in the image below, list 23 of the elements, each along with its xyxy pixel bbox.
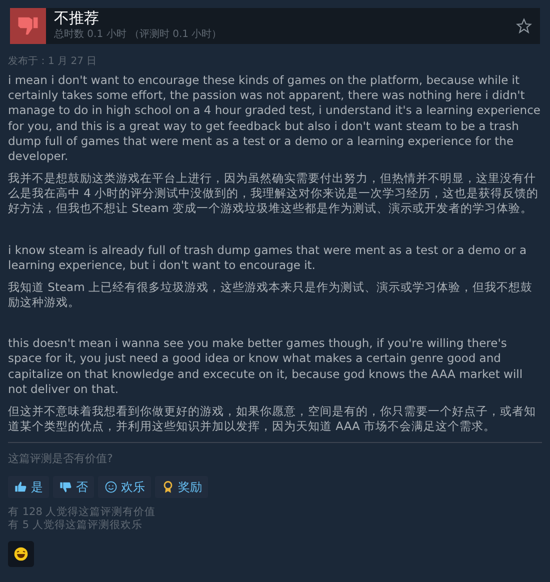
helpful-count: 有 128 人觉得这篇评测有价值 (8, 506, 157, 519)
vote-button[interactable]: 否 (53, 476, 94, 498)
thumbs-down-icon (59, 480, 73, 494)
review-paragraph: i know steam is already full of trash dump games that were ment as a test or a demo or a learning experience, but i don't want to encourage it. (8, 242, 528, 273)
helpful-count: 有 5 人觉得这篇评测很欢乐 (8, 519, 144, 534)
vote-button[interactable]: 是 (8, 476, 49, 498)
review-paragraph: this doesn't mean i wanna see you make better games though, if you're willing there's space for it, you just need a good idea or know what makes a certain genre good and capitalize on that knowledge and excecute on it, because god knows the AAA market will not deliver on that. (8, 336, 524, 397)
vote-button[interactable]: 奖励 (155, 476, 208, 498)
star-icon[interactable] (516, 18, 532, 34)
smiley-icon (104, 480, 118, 494)
posted-date: 发布于：1 月 27 日 (8, 55, 98, 69)
award-ribbon-icon (161, 480, 175, 494)
thumbs-up-icon (14, 480, 28, 494)
playtime-text: 总时数 0.1 小时 （评测时 0.1 小时） (54, 28, 223, 42)
review-paragraph: 但这并不意味着我想看到你做更好的游戏，如果你愿意，空间是有的，你只需要一个好点子，或者知道某个类型的优点，并利用这些知识并加以发挥，因为天知道 AAA 市场不会满足这个需求。 (8, 404, 537, 434)
review-paragraph: 我知道 Steam 上已经有很多垃圾游戏，这些游戏本来只是作为测试、演示或学习体验，但我不想鼓励这种游戏。 (8, 280, 534, 310)
review-paragraph: 我并不是想鼓励这类游戏在平台上进行，因为虽然确实需要付出努力，但热情并不明显，这里没有什么是我在高中 4 小时的评分测试中没做到的，我理解这对你来说是一次学习经历，这也是获得反馈的好方法，但我也不想让 Steam 变成一个游戏垃圾堆这些都是作为测试、演示或开发者的学习体验。 (8, 171, 540, 217)
review-paragraph: i mean i don't want to encourage these kinds of games on the platform, because while it certainly takes some effort, the passion was not apparent, there was nothing here i didn't manage to do in high school on a 4 hour graded test, i understand it's a learning experience for you, and this is a great way to get feedback but also i don't want steam to be a trash dump full of games that were ment as a test or a demo or a learning experience for the developer. (8, 73, 542, 164)
laughing-face-icon (13, 546, 29, 562)
vote-button[interactable]: 欢乐 (98, 476, 151, 498)
review-verdict: 不推荐 (54, 10, 100, 27)
helpful-question: 这篇评测是否有价值? (8, 451, 114, 468)
thumbs-down-icon (10, 8, 46, 44)
